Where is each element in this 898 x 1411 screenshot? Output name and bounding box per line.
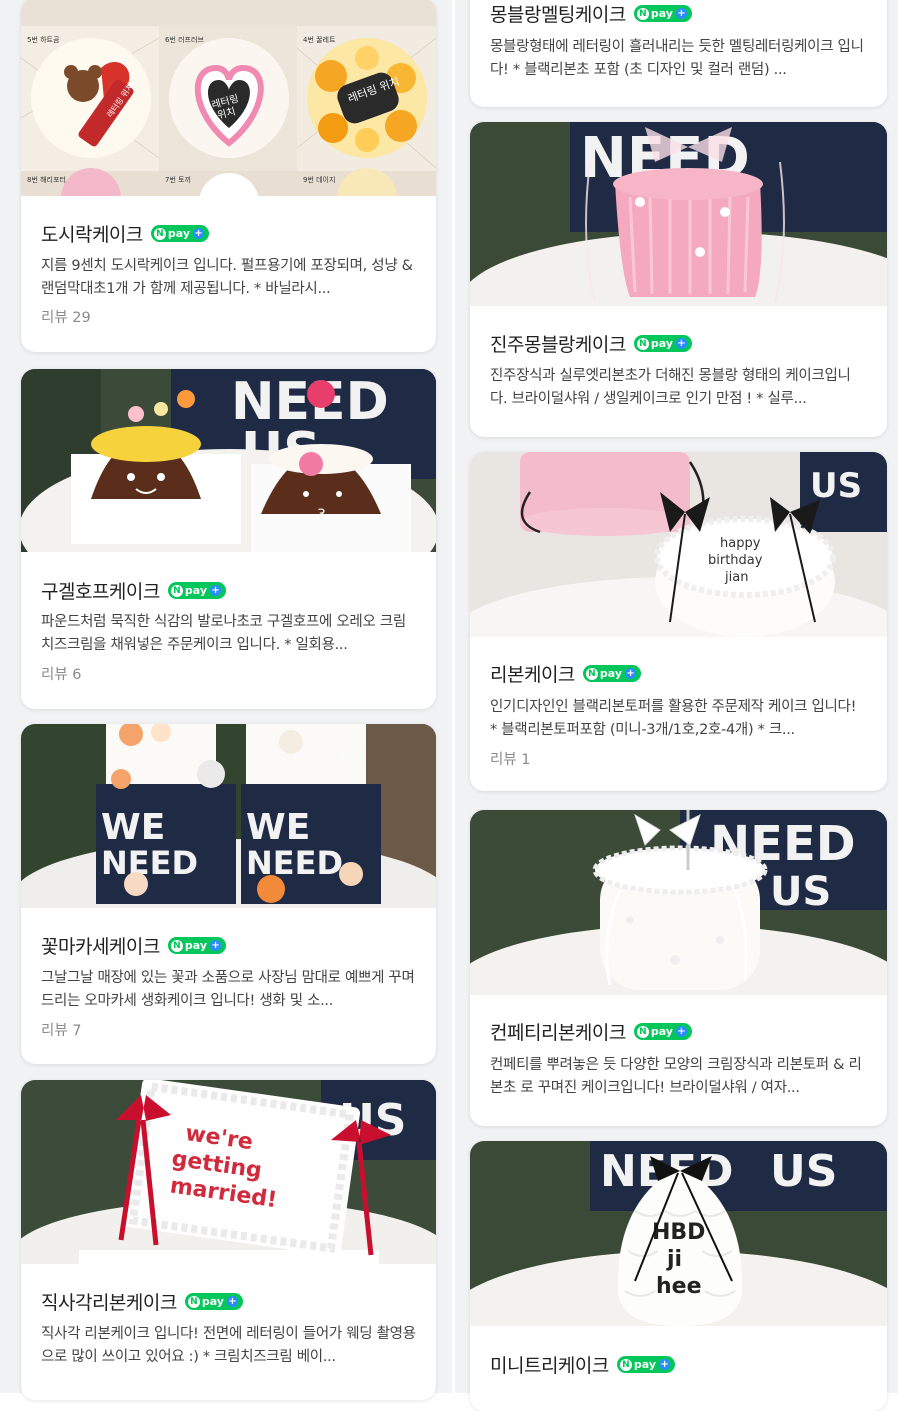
plus-icon: + <box>210 940 222 951</box>
image-label: 8번 해리포터 <box>27 175 66 184</box>
product-description: 직사각 리본케이크 입니다! 전면에 레터링이 들어가 웨딩 촬영용으로 많이 … <box>41 1326 416 1365</box>
image-label: 4번 꿀레트 <box>303 35 336 44</box>
product-title: 진주몽블랑케이크 <box>490 334 626 356</box>
product-description: 그날그날 매장에 있는 꽃과 소품으로 사장님 맘대로 예쁘게 꾸며드리는 오마… <box>41 970 415 1009</box>
product-title: 직사각리본케이크 <box>41 1292 177 1314</box>
plus-icon: + <box>675 1026 687 1037</box>
image-lettering: ji <box>666 1247 682 1272</box>
product-card-ribbon-cake[interactable]: US happy birthday jian 리본케이크 Npay + 인기디자인… <box>470 452 887 791</box>
naver-n-icon: N <box>585 667 598 680</box>
product-image: NEED US <box>470 810 887 995</box>
npay-plus-badge: Npay + <box>167 582 227 599</box>
review-count: 리뷰 7 <box>41 1023 82 1039</box>
image-label: 9번 데이지 <box>303 175 335 184</box>
box-text: US <box>770 1146 837 1197</box>
naver-n-icon: N <box>619 1358 632 1371</box>
product-image: US we're getting married! <box>21 1080 436 1264</box>
product-image: US happy birthday jian <box>470 452 887 637</box>
naver-n-icon: N <box>636 337 649 350</box>
product-image: NEED US 3 <box>21 369 436 552</box>
npay-plus-badge: Npay + <box>616 1356 676 1373</box>
plus-icon: + <box>659 1359 671 1370</box>
product-title: 구겔호프케이크 <box>41 581 160 603</box>
image-label: 7번 토끼 <box>165 175 191 184</box>
image-lettering: happy <box>720 536 761 551</box>
plus-icon: + <box>226 1296 238 1307</box>
product-card-montblanc-melting-cake[interactable]: 몽블랑멜팅케이크 Npay + 몽블랑형태에 레터링이 흘러내리는 듯한 멜팅레터… <box>470 0 887 107</box>
review-count: 리뷰 1 <box>490 752 531 768</box>
product-card-rectangle-ribbon-cake[interactable]: US we're getting married! 직사각리본케이크 Npay +… <box>21 1080 436 1400</box>
product-description: 몽블랑형태에 레터링이 흘러내리는 듯한 멜팅레터링케이크 입니다! * 블랙리… <box>490 39 864 78</box>
product-description: 컨페티를 뿌려놓은 듯 다양한 모양의 크림장식과 리본토퍼 & 리본초 로 꾸… <box>490 1057 862 1096</box>
naver-n-icon: N <box>170 584 183 597</box>
npay-plus-badge: Npay + <box>633 335 692 352</box>
npay-plus-badge: Npay + <box>633 5 692 22</box>
naver-n-icon: N <box>153 227 166 240</box>
npay-plus-badge: Npay + <box>184 1293 243 1310</box>
product-title: 도시락케이크 <box>41 224 143 246</box>
plus-icon: + <box>210 585 222 596</box>
npay-plus-badge: Npay + <box>150 225 210 242</box>
image-lettering: HBD <box>652 1220 705 1245</box>
product-card-gugelhopf-cake[interactable]: NEED US 3 구겔호프케이크 Npay+ 파운드처럼 묵직한 식감의 발로… <box>21 369 436 709</box>
product-title: 컨페티리본케이크 <box>490 1022 626 1044</box>
image-label: 6번 러프러브 <box>165 35 204 44</box>
product-image: WE WE NEED NEED <box>21 724 436 908</box>
product-card-confetti-ribbon-cake[interactable]: NEED US 컨페티리본케이크 Npay + 컨페티를 뿌려놓은 듯 다양한 모… <box>470 810 887 1126</box>
box-text: NEED <box>246 844 343 882</box>
review-count: 리뷰 6 <box>41 667 82 683</box>
box-text: NEED <box>101 844 198 882</box>
product-title: 리본케이크 <box>490 664 575 686</box>
plus-icon: + <box>193 228 205 239</box>
product-description: 진주장식과 실루엣리본초가 더해진 몽블랑 형태의 케이크입니다. 브라이덜샤워… <box>490 368 851 407</box>
svg-text:3: 3 <box>317 507 326 523</box>
box-text: US <box>810 466 862 506</box>
naver-n-icon: N <box>187 1295 200 1308</box>
product-title: 꽃마카세케이크 <box>41 936 160 958</box>
review-count: 리뷰 29 <box>41 310 91 326</box>
box-text: WE <box>246 807 310 848</box>
product-title: 몽블랑멜팅케이크 <box>490 4 626 26</box>
image-lettering: birthday <box>708 553 763 568</box>
product-description: 지름 9센치 도시락케이크 입니다. 펄프용기에 포장되며, 성냥 & 랜덤막대… <box>41 258 413 297</box>
image-lettering: jian <box>724 570 748 585</box>
product-image: 레터링 위치 레터링 위치 레터링 위치 5번 하트곰 6번 러프러브 4번 꿀… <box>21 0 436 196</box>
naver-n-icon: N <box>636 1025 649 1038</box>
box-text: WE <box>101 807 165 848</box>
naver-n-icon: N <box>636 7 649 20</box>
npay-plus-badge: Npay + <box>633 1023 692 1040</box>
npay-plus-badge: Npay + <box>582 665 642 682</box>
product-title: 미니트리케이크 <box>490 1355 609 1377</box>
naver-n-icon: N <box>170 939 183 952</box>
product-card-lunchbox-cake[interactable]: 레터링 위치 레터링 위치 레터링 위치 5번 하트곰 6번 러프러브 4번 꿀… <box>21 0 436 352</box>
product-image: NEED US HBD ji hee <box>470 1141 887 1326</box>
box-text: US <box>770 869 831 915</box>
product-card-flower-omakase-cake[interactable]: WE WE NEED NEED 꽃마카세케이크 Npay + 그날그날 매장에 있… <box>21 724 436 1064</box>
product-description: 인기디자인인 블랙리본토퍼를 활용한 주문제작 케이크 입니다! * 블랙리본토… <box>490 699 857 738</box>
product-image: NEED <box>470 122 887 306</box>
image-label: 5번 하트곰 <box>27 35 60 44</box>
plus-icon: + <box>625 668 637 679</box>
product-description: 파운드처럼 묵직한 식감의 발로나초코 구겔호프에 오레오 크림치즈크림을 채워… <box>41 614 406 653</box>
product-card-mini-tree-cake[interactable]: NEED US HBD ji hee 미니트리케이크 Npay+ <box>470 1141 887 1411</box>
npay-plus-badge: Npay + <box>167 937 227 954</box>
image-lettering: hee <box>656 1274 702 1299</box>
plus-icon: + <box>675 8 687 19</box>
product-card-pearl-montblanc-cake[interactable]: NEED 진주몽블랑케이크 Npay + 진주장식과 실루엣리본초가 더해진 몽블… <box>470 122 887 437</box>
plus-icon: + <box>675 338 687 349</box>
